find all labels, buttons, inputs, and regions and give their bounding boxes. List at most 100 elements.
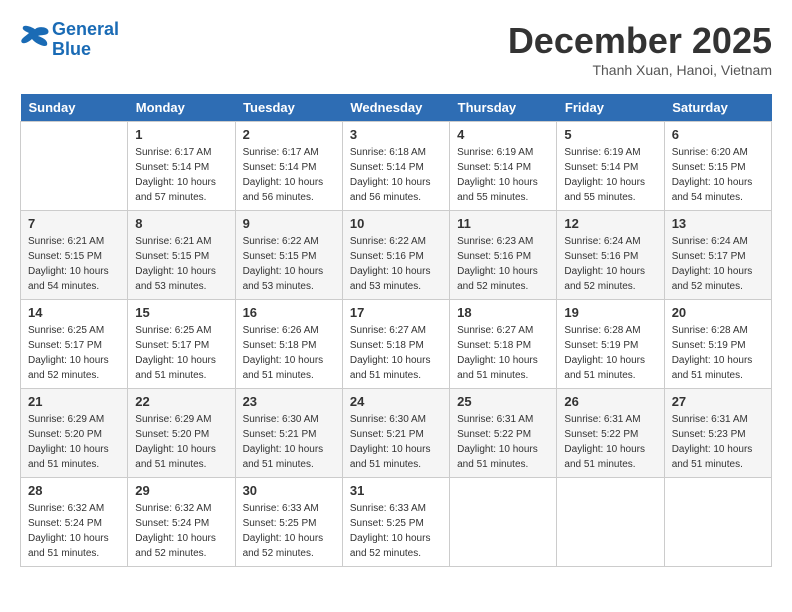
day-number: 20 — [672, 305, 764, 320]
calendar-week-row: 7 Sunrise: 6:21 AMSunset: 5:15 PMDaylight… — [21, 211, 772, 300]
day-number: 24 — [350, 394, 442, 409]
day-info: Sunrise: 6:33 AMSunset: 5:25 PMDaylight:… — [243, 501, 335, 561]
calendar-cell: 5Sunrise: 6:19 AMSunset: 5:14 PMDaylight… — [557, 122, 664, 211]
calendar-cell: 31 Sunrise: 6:33 AMSunset: 5:25 PMDayligh… — [342, 478, 449, 567]
day-number: 9 — [243, 216, 335, 231]
calendar-cell: 20 Sunrise: 6:28 AMSunset: 5:19 PMDayligh… — [664, 300, 771, 389]
day-info: Sunrise: 6:21 AMSunset: 5:15 PMDaylight:… — [28, 234, 120, 294]
calendar-cell: 9Sunrise: 6:22 AMSunset: 5:15 PMDaylight… — [235, 211, 342, 300]
month-title: December 2025 — [508, 20, 772, 62]
day-info: Sunrise: 6:29 AMSunset: 5:20 PMDaylight:… — [135, 412, 227, 472]
calendar-week-row: 1 Sunrise: 6:17 AMSunset: 5:14 PMDaylight… — [21, 122, 772, 211]
day-number: 23 — [243, 394, 335, 409]
day-number: 1 — [135, 127, 227, 142]
day-number: 14 — [28, 305, 120, 320]
day-number: 3 — [350, 127, 442, 142]
calendar-week-row: 28Sunrise: 6:32 AMSunset: 5:24 PMDayligh… — [21, 478, 772, 567]
day-info: Sunrise: 6:33 AMSunset: 5:25 PMDaylight:… — [350, 501, 442, 561]
day-number: 8 — [135, 216, 227, 231]
calendar-cell — [450, 478, 557, 567]
day-info: Sunrise: 6:27 AMSunset: 5:18 PMDaylight:… — [350, 323, 442, 383]
calendar-cell: 3 Sunrise: 6:18 AMSunset: 5:14 PMDaylight… — [342, 122, 449, 211]
day-info: Sunrise: 6:20 AMSunset: 5:15 PMDaylight:… — [672, 145, 764, 205]
day-number: 30 — [243, 483, 335, 498]
calendar-cell: 4 Sunrise: 6:19 AMSunset: 5:14 PMDaylight… — [450, 122, 557, 211]
day-number: 18 — [457, 305, 549, 320]
calendar-cell: 8 Sunrise: 6:21 AMSunset: 5:15 PMDaylight… — [128, 211, 235, 300]
calendar-cell: 11 Sunrise: 6:23 AMSunset: 5:16 PMDayligh… — [450, 211, 557, 300]
day-info: Sunrise: 6:30 AMSunset: 5:21 PMDaylight:… — [243, 412, 335, 472]
header-tuesday: Tuesday — [235, 94, 342, 122]
day-info: Sunrise: 6:30 AMSunset: 5:21 PMDaylight:… — [350, 412, 442, 472]
day-number: 22 — [135, 394, 227, 409]
calendar-cell: 17Sunrise: 6:27 AMSunset: 5:18 PMDayligh… — [342, 300, 449, 389]
day-info: Sunrise: 6:19 AMSunset: 5:14 PMDaylight:… — [457, 145, 549, 205]
calendar-cell: 21 Sunrise: 6:29 AMSunset: 5:20 PMDayligh… — [21, 389, 128, 478]
logo: General Blue — [20, 20, 119, 60]
header-thursday: Thursday — [450, 94, 557, 122]
calendar-cell: 2 Sunrise: 6:17 AMSunset: 5:14 PMDaylight… — [235, 122, 342, 211]
day-info: Sunrise: 6:24 AMSunset: 5:17 PMDaylight:… — [672, 234, 764, 294]
day-number: 4 — [457, 127, 549, 142]
day-info: Sunrise: 6:25 AMSunset: 5:17 PMDaylight:… — [28, 323, 120, 383]
day-number: 11 — [457, 216, 549, 231]
day-info: Sunrise: 6:22 AMSunset: 5:16 PMDaylight:… — [350, 234, 442, 294]
day-number: 13 — [672, 216, 764, 231]
calendar-cell: 14 Sunrise: 6:25 AMSunset: 5:17 PMDayligh… — [21, 300, 128, 389]
calendar-cell: 18 Sunrise: 6:27 AMSunset: 5:18 PMDayligh… — [450, 300, 557, 389]
day-info: Sunrise: 6:19 AMSunset: 5:14 PMDaylight:… — [564, 145, 656, 205]
day-info: Sunrise: 6:27 AMSunset: 5:18 PMDaylight:… — [457, 323, 549, 383]
day-info: Sunrise: 6:28 AMSunset: 5:19 PMDaylight:… — [564, 323, 656, 383]
calendar-cell — [664, 478, 771, 567]
day-info: Sunrise: 6:21 AMSunset: 5:15 PMDaylight:… — [135, 234, 227, 294]
calendar-cell: 22 Sunrise: 6:29 AMSunset: 5:20 PMDayligh… — [128, 389, 235, 478]
day-info: Sunrise: 6:24 AMSunset: 5:16 PMDaylight:… — [564, 234, 656, 294]
page-header: General Blue December 2025 Thanh Xuan, H… — [20, 20, 772, 78]
calendar-cell: 1 Sunrise: 6:17 AMSunset: 5:14 PMDaylight… — [128, 122, 235, 211]
day-number: 15 — [135, 305, 227, 320]
calendar-cell: 25Sunrise: 6:31 AMSunset: 5:22 PMDayligh… — [450, 389, 557, 478]
day-info: Sunrise: 6:25 AMSunset: 5:17 PMDaylight:… — [135, 323, 227, 383]
title-block: December 2025 Thanh Xuan, Hanoi, Vietnam — [508, 20, 772, 78]
header-friday: Friday — [557, 94, 664, 122]
calendar-cell — [21, 122, 128, 211]
calendar-cell: 7 Sunrise: 6:21 AMSunset: 5:15 PMDaylight… — [21, 211, 128, 300]
day-info: Sunrise: 6:28 AMSunset: 5:19 PMDaylight:… — [672, 323, 764, 383]
day-number: 19 — [564, 305, 656, 320]
logo-text-line2: Blue — [52, 40, 119, 60]
calendar-cell: 29 Sunrise: 6:32 AMSunset: 5:24 PMDayligh… — [128, 478, 235, 567]
calendar-cell: 19 Sunrise: 6:28 AMSunset: 5:19 PMDayligh… — [557, 300, 664, 389]
calendar-cell: 16 Sunrise: 6:26 AMSunset: 5:18 PMDayligh… — [235, 300, 342, 389]
calendar-table: SundayMondayTuesdayWednesdayThursdayFrid… — [20, 94, 772, 567]
day-info: Sunrise: 6:26 AMSunset: 5:18 PMDaylight:… — [243, 323, 335, 383]
day-info: Sunrise: 6:17 AMSunset: 5:14 PMDaylight:… — [135, 145, 227, 205]
logo-bird-icon — [20, 25, 50, 50]
day-number: 2 — [243, 127, 335, 142]
calendar-cell: 6 Sunrise: 6:20 AMSunset: 5:15 PMDaylight… — [664, 122, 771, 211]
day-info: Sunrise: 6:32 AMSunset: 5:24 PMDaylight:… — [135, 501, 227, 561]
day-number: 26 — [564, 394, 656, 409]
header-sunday: Sunday — [21, 94, 128, 122]
day-info: Sunrise: 6:23 AMSunset: 5:16 PMDaylight:… — [457, 234, 549, 294]
calendar-cell: 23 Sunrise: 6:30 AMSunset: 5:21 PMDayligh… — [235, 389, 342, 478]
day-number: 25 — [457, 394, 549, 409]
day-number: 16 — [243, 305, 335, 320]
day-number: 21 — [28, 394, 120, 409]
calendar-week-row: 14 Sunrise: 6:25 AMSunset: 5:17 PMDayligh… — [21, 300, 772, 389]
header-wednesday: Wednesday — [342, 94, 449, 122]
day-number: 29 — [135, 483, 227, 498]
day-number: 31 — [350, 483, 442, 498]
calendar-cell: 24 Sunrise: 6:30 AMSunset: 5:21 PMDayligh… — [342, 389, 449, 478]
day-number: 7 — [28, 216, 120, 231]
calendar-cell — [557, 478, 664, 567]
day-info: Sunrise: 6:17 AMSunset: 5:14 PMDaylight:… — [243, 145, 335, 205]
day-info: Sunrise: 6:29 AMSunset: 5:20 PMDaylight:… — [28, 412, 120, 472]
day-number: 10 — [350, 216, 442, 231]
calendar-cell: 10 Sunrise: 6:22 AMSunset: 5:16 PMDayligh… — [342, 211, 449, 300]
logo-text-line1: General — [52, 20, 119, 40]
calendar-header-row: SundayMondayTuesdayWednesdayThursdayFrid… — [21, 94, 772, 122]
day-info: Sunrise: 6:18 AMSunset: 5:14 PMDaylight:… — [350, 145, 442, 205]
calendar-cell: 30 Sunrise: 6:33 AMSunset: 5:25 PMDayligh… — [235, 478, 342, 567]
header-monday: Monday — [128, 94, 235, 122]
day-number: 6 — [672, 127, 764, 142]
